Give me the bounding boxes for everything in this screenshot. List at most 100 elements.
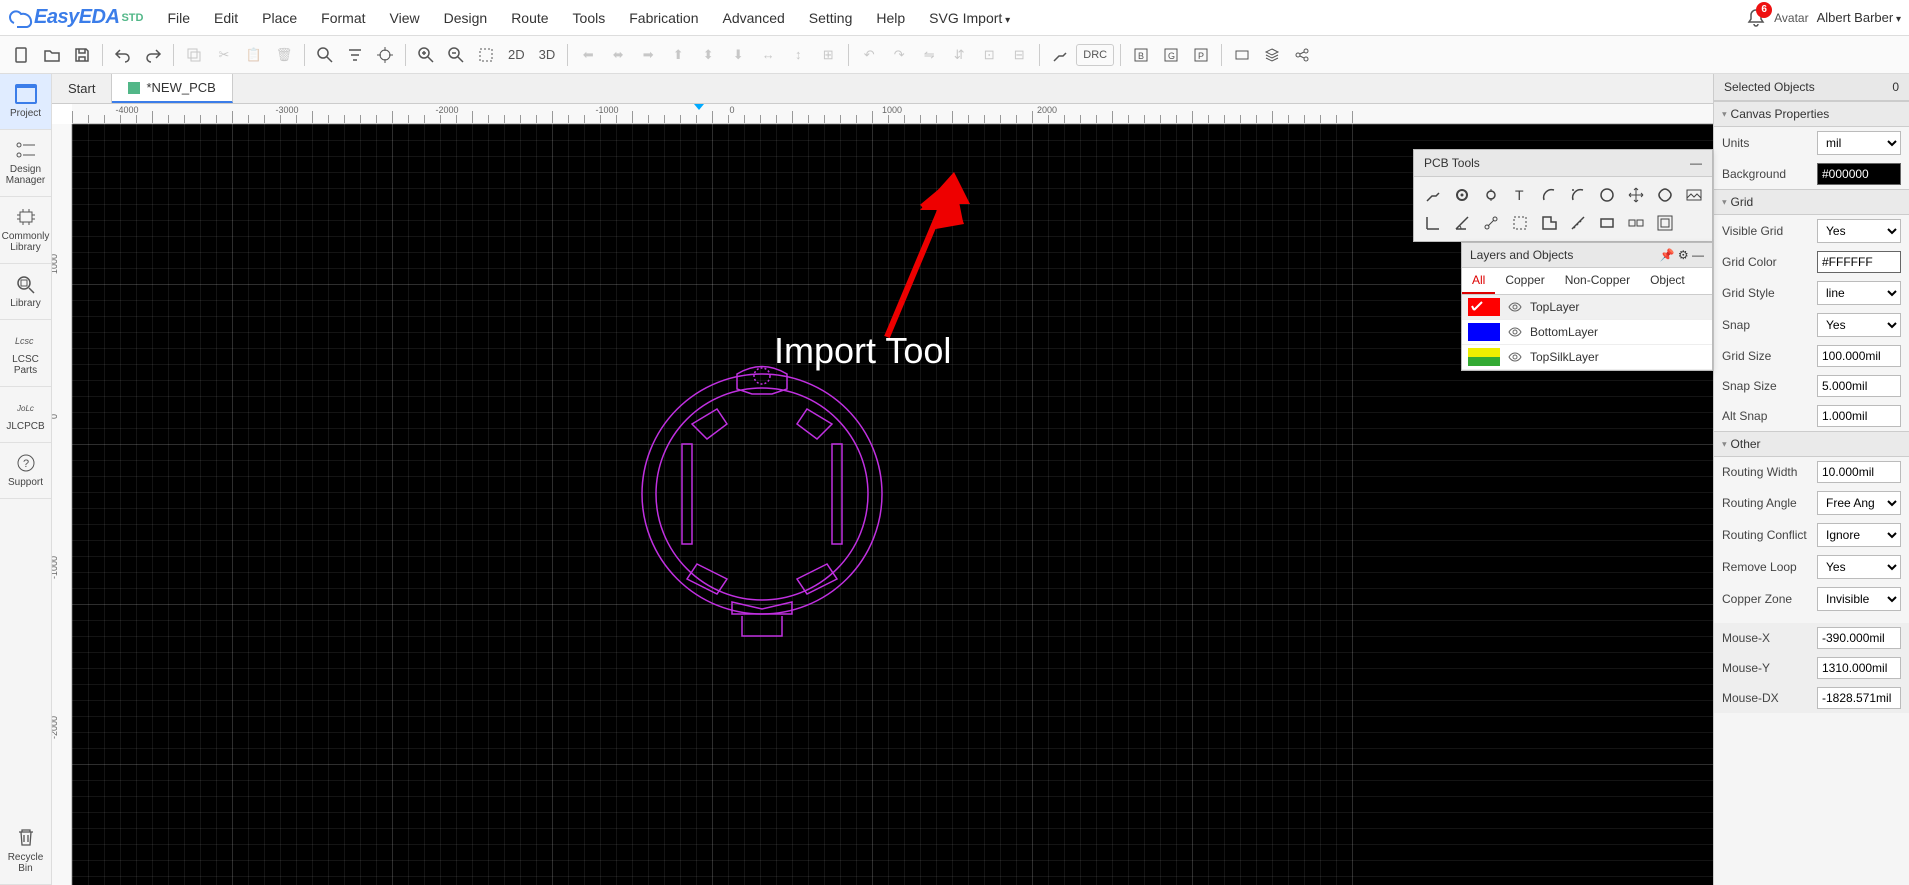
text-tool[interactable]: T xyxy=(1505,181,1534,209)
layer-tab-copper[interactable]: Copper xyxy=(1495,268,1554,294)
copper-zone-select[interactable]: Invisible xyxy=(1817,587,1901,611)
menu-tools[interactable]: Tools xyxy=(561,4,618,32)
layer-row-top[interactable]: TopLayer xyxy=(1462,295,1712,320)
bom-button[interactable]: B xyxy=(1127,41,1155,69)
pick-place-button[interactable]: P xyxy=(1187,41,1215,69)
align-grid-button[interactable]: ⊞ xyxy=(814,41,842,69)
layer-tab-noncopper[interactable]: Non-Copper xyxy=(1555,268,1640,294)
view-3d-button[interactable]: 3D xyxy=(533,43,562,66)
rect-tool[interactable] xyxy=(1592,209,1621,237)
ungroup-button[interactable]: ⊟ xyxy=(1005,41,1033,69)
align-middle-button[interactable]: ⬍ xyxy=(694,41,722,69)
move-tool[interactable] xyxy=(1621,181,1650,209)
visible-grid-select[interactable]: Yes xyxy=(1817,219,1901,243)
open-button[interactable] xyxy=(38,41,66,69)
arc-tool[interactable] xyxy=(1534,181,1563,209)
flip-v-button[interactable]: ⇵ xyxy=(945,41,973,69)
sidebar-commonly-library[interactable]: Commonly Library xyxy=(0,197,51,264)
share-button[interactable] xyxy=(1288,41,1316,69)
flip-h-button[interactable]: ⇋ xyxy=(915,41,943,69)
delete-button[interactable]: 🗑 xyxy=(270,41,298,69)
menu-place[interactable]: Place xyxy=(250,4,309,32)
pcb-tools-panel[interactable]: PCB Tools— T xyxy=(1413,149,1713,242)
sidebar-jlcpcb[interactable]: JoLc JLCPCB xyxy=(0,387,51,443)
routing-angle-select[interactable]: Free Ang xyxy=(1817,491,1901,515)
menu-fabrication[interactable]: Fabrication xyxy=(617,4,710,32)
via-tool[interactable] xyxy=(1476,181,1505,209)
menu-design[interactable]: Design xyxy=(432,4,500,32)
copy-button[interactable] xyxy=(180,41,208,69)
pad-tool[interactable] xyxy=(1447,181,1476,209)
menu-file[interactable]: File xyxy=(155,4,202,32)
align-top-button[interactable]: ⬆ xyxy=(664,41,692,69)
redo-button[interactable] xyxy=(139,41,167,69)
cut-button[interactable]: ✂ xyxy=(210,41,238,69)
align-right-button[interactable]: ➡ xyxy=(634,41,662,69)
notifications-button[interactable]: 6 xyxy=(1746,8,1766,28)
track-tool[interactable] xyxy=(1418,181,1447,209)
menu-view[interactable]: View xyxy=(378,4,432,32)
pin-icon[interactable]: 📌 xyxy=(1660,248,1675,262)
tab-start[interactable]: Start xyxy=(52,74,112,103)
fit-button[interactable] xyxy=(472,41,500,69)
filter-button[interactable] xyxy=(341,41,369,69)
rotate-right-button[interactable]: ↷ xyxy=(885,41,913,69)
menu-advanced[interactable]: Advanced xyxy=(711,4,797,32)
grid-style-select[interactable]: line xyxy=(1817,281,1901,305)
align-left-button[interactable]: ⬅ xyxy=(574,41,602,69)
eye-icon[interactable] xyxy=(1508,300,1522,314)
section-other[interactable]: Other xyxy=(1714,431,1909,457)
eye-icon[interactable] xyxy=(1508,350,1522,364)
layers-panel-header[interactable]: Layers and Objects 📌 ⚙ — xyxy=(1462,243,1712,268)
connect-pad-tool[interactable] xyxy=(1476,209,1505,237)
menu-svg-import[interactable]: SVG Import xyxy=(917,4,1022,32)
circle-tool[interactable] xyxy=(1592,181,1621,209)
eye-icon[interactable] xyxy=(1508,325,1522,339)
section-grid[interactable]: Grid xyxy=(1714,189,1909,215)
menu-route[interactable]: Route xyxy=(499,4,560,32)
snap-select[interactable]: Yes xyxy=(1817,313,1901,337)
sidebar-library[interactable]: Library xyxy=(0,264,51,320)
layer1-button[interactable] xyxy=(1228,41,1256,69)
drc-button[interactable]: DRC xyxy=(1076,44,1114,66)
view-2d-button[interactable]: 2D xyxy=(502,43,531,66)
user-menu[interactable]: Albert Barber xyxy=(1817,10,1901,25)
minimize-layers-icon[interactable]: — xyxy=(1692,248,1704,262)
arc-center-tool[interactable] xyxy=(1563,181,1592,209)
solid-region-tool[interactable] xyxy=(1534,209,1563,237)
group-button[interactable]: ⊡ xyxy=(975,41,1003,69)
gerber-button[interactable]: G xyxy=(1157,41,1185,69)
tab-new-pcb[interactable]: *NEW_PCB xyxy=(112,74,232,103)
units-select[interactable]: mil xyxy=(1817,131,1901,155)
protractor-tool[interactable] xyxy=(1447,209,1476,237)
menu-help[interactable]: Help xyxy=(864,4,917,32)
paste-button[interactable]: 📋 xyxy=(240,41,268,69)
sidebar-recycle-bin[interactable]: Recycle Bin xyxy=(0,816,51,885)
zoom-in-button[interactable] xyxy=(412,41,440,69)
sidebar-lcsc-parts[interactable]: Lcsc LCSC Parts xyxy=(0,320,51,387)
menu-setting[interactable]: Setting xyxy=(797,4,865,32)
alt-snap-input[interactable] xyxy=(1817,405,1901,427)
dist-h-button[interactable]: ↔ xyxy=(754,41,782,69)
menu-edit[interactable]: Edit xyxy=(202,4,250,32)
background-color-input[interactable]: #000000 xyxy=(1817,163,1901,185)
measure-tool[interactable] xyxy=(1563,209,1592,237)
dist-v-button[interactable]: ↕ xyxy=(784,41,812,69)
menu-format[interactable]: Format xyxy=(309,4,377,32)
new-button[interactable] xyxy=(8,41,36,69)
routing-width-input[interactable] xyxy=(1817,461,1901,483)
sidebar-project[interactable]: Project xyxy=(0,74,51,130)
crosshair-button[interactable] xyxy=(371,41,399,69)
route-button[interactable] xyxy=(1046,41,1074,69)
layer-tab-object[interactable]: Object xyxy=(1640,268,1695,294)
sidebar-design-manager[interactable]: Design Manager xyxy=(0,130,51,197)
group-tool[interactable] xyxy=(1621,209,1650,237)
remove-loop-select[interactable]: Yes xyxy=(1817,555,1901,579)
image-tool[interactable] xyxy=(1679,181,1708,209)
canvas-origin-tool[interactable] xyxy=(1418,209,1447,237)
zoom-out-button[interactable] xyxy=(442,41,470,69)
ungroup-tool[interactable] xyxy=(1650,209,1679,237)
layer-row-bottom[interactable]: BottomLayer xyxy=(1462,320,1712,345)
save-button[interactable] xyxy=(68,41,96,69)
layer-row-topsilk[interactable]: TopSilkLayer xyxy=(1462,345,1712,370)
